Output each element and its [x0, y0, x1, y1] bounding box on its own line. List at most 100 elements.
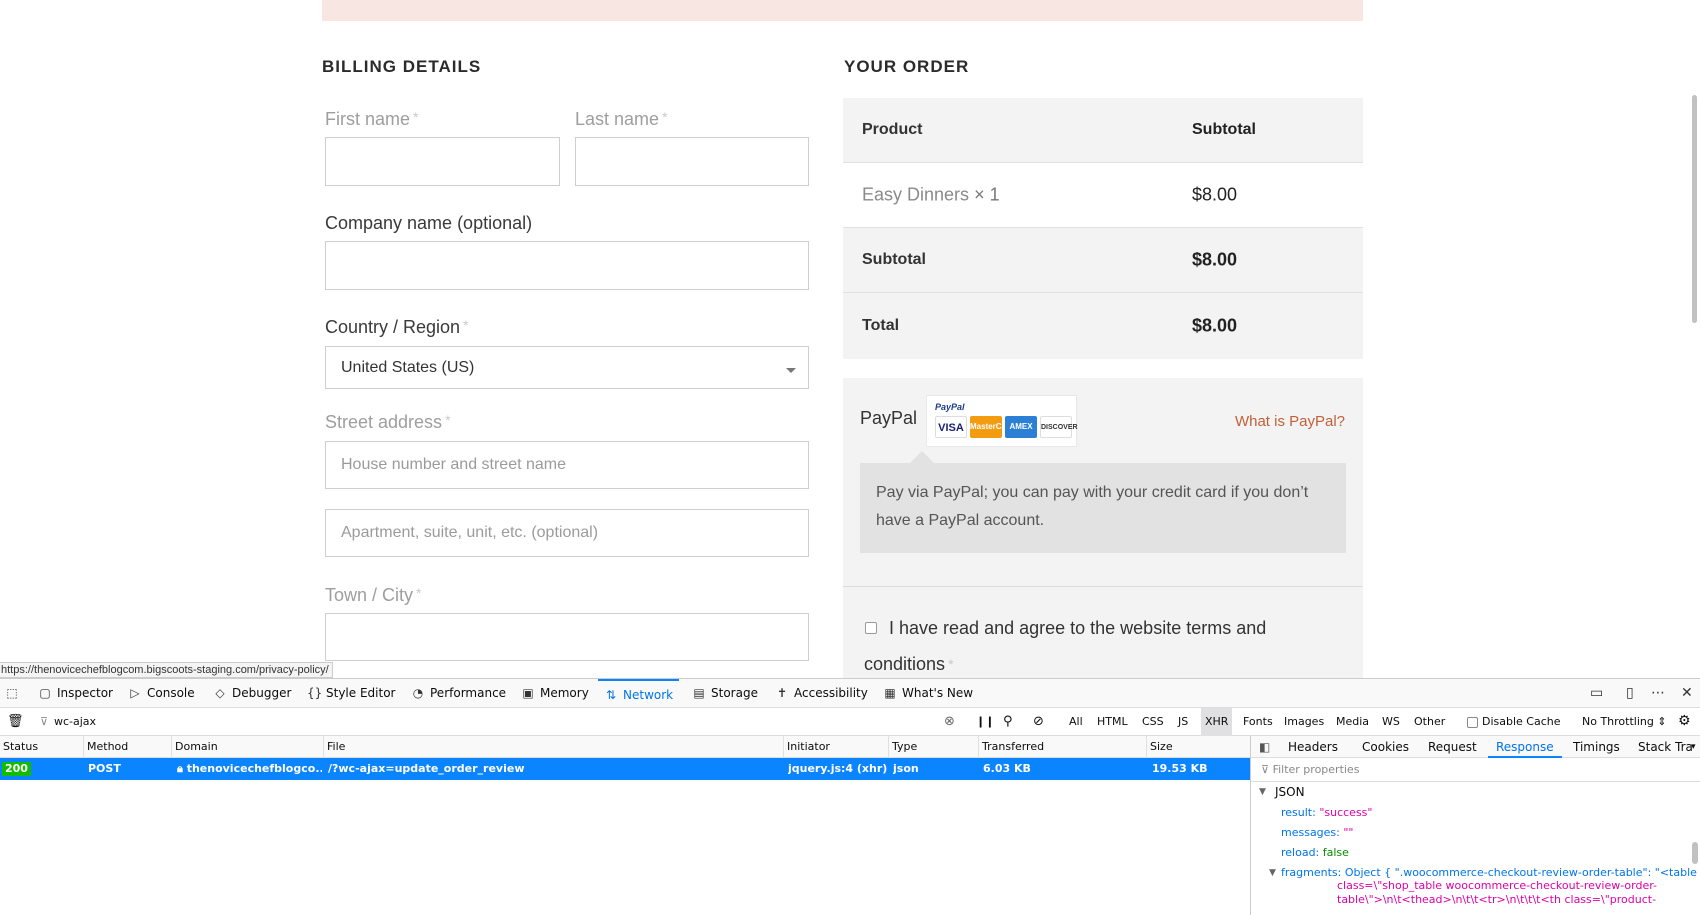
tab-accessibility[interactable]: ✝ Accessibility — [775, 679, 868, 708]
dock-options-icon[interactable]: ▭ — [1590, 685, 1603, 701]
street-address-label-text: Street address — [325, 412, 443, 432]
details-scrollbar-thumb[interactable] — [1692, 842, 1698, 864]
tab-response[interactable]: Response — [1488, 736, 1562, 758]
first-name-field[interactable] — [325, 137, 560, 186]
country-select[interactable]: United States (US) — [325, 346, 809, 389]
terms-label: I have read and agree to the website ter… — [864, 610, 1284, 682]
tab-style-editor[interactable]: {} Style Editor — [307, 679, 395, 708]
filter-other[interactable]: Other — [1414, 708, 1445, 736]
what-is-paypal-link[interactable]: What is PayPal? — [1235, 413, 1345, 430]
tab-debugger[interactable]: ◇ Debugger — [213, 679, 291, 708]
request-domain-text: thenovicechefblogco... — [186, 762, 322, 775]
company-name-field[interactable] — [325, 241, 809, 290]
close-icon[interactable]: ✕ — [1681, 685, 1693, 701]
last-name-label: Last name * — [575, 109, 668, 130]
column-domain[interactable]: Domain — [172, 736, 324, 758]
responsive-design-icon[interactable]: ▯ — [1626, 685, 1634, 701]
tab-network[interactable]: ⇅ Network — [598, 679, 680, 708]
filter-xhr[interactable]: XHR — [1201, 708, 1233, 736]
street-address-field[interactable]: House number and street name — [325, 441, 809, 489]
tab-label: Storage — [711, 686, 758, 700]
last-name-field[interactable] — [575, 137, 809, 186]
tab-console[interactable]: ▷ Console — [128, 679, 194, 708]
billing-details-title: BILLING DETAILS — [322, 57, 482, 76]
chevron-down-icon[interactable]: ▾ — [1691, 736, 1696, 758]
disable-cache-toggle[interactable]: Disable Cache — [1467, 708, 1561, 736]
toggle-sidebar-icon[interactable]: ◧ — [1259, 736, 1270, 758]
required-mark: * — [463, 317, 469, 333]
performance-icon: ◔ — [412, 686, 424, 700]
payment-section: PayPal PayPal VISA MasterCard AMEX DISCO… — [843, 378, 1363, 678]
gear-icon[interactable]: ⚙ — [1678, 708, 1691, 736]
paypal-method-label[interactable]: PayPal — [860, 408, 917, 429]
column-method[interactable]: Method — [84, 736, 172, 758]
tab-label: Memory — [540, 686, 589, 700]
clear-filter-icon[interactable]: ⊗ — [944, 708, 955, 736]
element-picker-icon[interactable]: ⬚ — [5, 679, 24, 708]
request-size: 19.53 KB — [1152, 762, 1208, 775]
tab-stack-trace[interactable]: Stack Tra — [1638, 736, 1693, 758]
filter-js[interactable]: JS — [1178, 708, 1188, 736]
request-initiator: jquery.js:4 (xhr) — [788, 762, 888, 775]
item-name-text: Easy Dinners — [862, 184, 970, 205]
request-status: 200 — [2, 758, 31, 780]
tab-whats-new[interactable]: ▦ What's New — [883, 679, 973, 708]
street-address-label: Street address * — [325, 412, 451, 433]
inspector-icon: ▢ — [39, 686, 51, 700]
expand-arrow-icon[interactable]: ▼ — [1259, 782, 1266, 802]
search-icon[interactable]: ⚲ — [1003, 708, 1013, 736]
json-key: result: — [1281, 806, 1316, 819]
filter-html[interactable]: HTML — [1097, 708, 1128, 736]
braces-icon: {} — [307, 686, 323, 700]
json-fragments-continued: class=\"shop_table woocommerce-checkout-… — [1337, 879, 1658, 892]
url-filter-input[interactable]: wc-ajax — [54, 708, 96, 736]
tab-label: Inspector — [57, 686, 113, 700]
trash-icon[interactable]: 🗑 — [7, 708, 24, 736]
filter-css[interactable]: CSS — [1142, 708, 1164, 736]
tab-memory[interactable]: ▣ Memory — [521, 679, 589, 708]
country-label: Country / Region * — [325, 317, 469, 338]
page-scrollbar-thumb[interactable] — [1692, 95, 1697, 323]
filter-properties-placeholder: Filter properties — [1272, 763, 1360, 776]
column-file[interactable]: File — [324, 736, 784, 758]
tab-storage[interactable]: ▤ Storage — [692, 679, 758, 708]
required-mark: * — [948, 656, 954, 672]
city-label-text: Town / City — [325, 585, 414, 605]
filter-media[interactable]: Media — [1336, 708, 1369, 736]
order-item-row: Easy Dinners × 1 $8.00 — [843, 163, 1363, 228]
disable-cache-checkbox[interactable] — [1467, 716, 1478, 728]
chevron-down-icon — [786, 368, 796, 373]
tab-performance[interactable]: ◔ Performance — [411, 679, 506, 708]
expand-arrow-icon[interactable]: ▼ — [1269, 863, 1276, 883]
company-name-label: Company name (optional) — [325, 213, 533, 233]
block-icon[interactable]: ⊘ — [1033, 708, 1044, 736]
filter-fonts[interactable]: Fonts — [1243, 708, 1273, 736]
tab-inspector[interactable]: ▢ Inspector — [38, 679, 113, 708]
city-field[interactable] — [325, 613, 809, 661]
tab-request[interactable]: Request — [1428, 736, 1477, 758]
column-transferred[interactable]: Transferred — [979, 736, 1147, 758]
throttling-select[interactable]: No Throttling ⇕ — [1582, 708, 1667, 736]
filter-all[interactable]: All — [1069, 708, 1083, 736]
tab-label: Network — [623, 688, 674, 702]
table-row[interactable]: 200 POST 🔒︎ thenovicechefblogco... /?wc-… — [0, 758, 1250, 780]
more-options-icon[interactable]: ⋯ — [1651, 685, 1665, 701]
column-type[interactable]: Type — [889, 736, 979, 758]
column-status[interactable]: Status — [0, 736, 84, 758]
filter-properties-input[interactable]: ⊽ Filter properties — [1251, 758, 1700, 782]
filter-ws[interactable]: WS — [1382, 708, 1400, 736]
order-subtotal-row: Subtotal $8.00 — [843, 228, 1363, 293]
request-type: json — [893, 762, 919, 775]
filter-images[interactable]: Images — [1284, 708, 1324, 736]
payment-divider — [843, 586, 1363, 587]
tab-timings[interactable]: Timings — [1573, 736, 1620, 758]
column-initiator[interactable]: Initiator — [784, 736, 889, 758]
tab-headers[interactable]: Headers — [1288, 736, 1338, 758]
apartment-field[interactable]: Apartment, suite, unit, etc. (optional) — [325, 509, 809, 557]
pause-icon[interactable]: ❙❙ — [976, 708, 994, 736]
tab-cookies[interactable]: Cookies — [1362, 736, 1409, 758]
devtools-toolbar: ⬚ ▢ Inspector ▷ Console ◇ Debugger {} Style … — [0, 679, 1700, 708]
country-selected-value: United States (US) — [341, 358, 475, 376]
column-size[interactable]: Size — [1147, 736, 1250, 758]
request-table-header: Status Method Domain File Initiator Type… — [0, 736, 1250, 758]
